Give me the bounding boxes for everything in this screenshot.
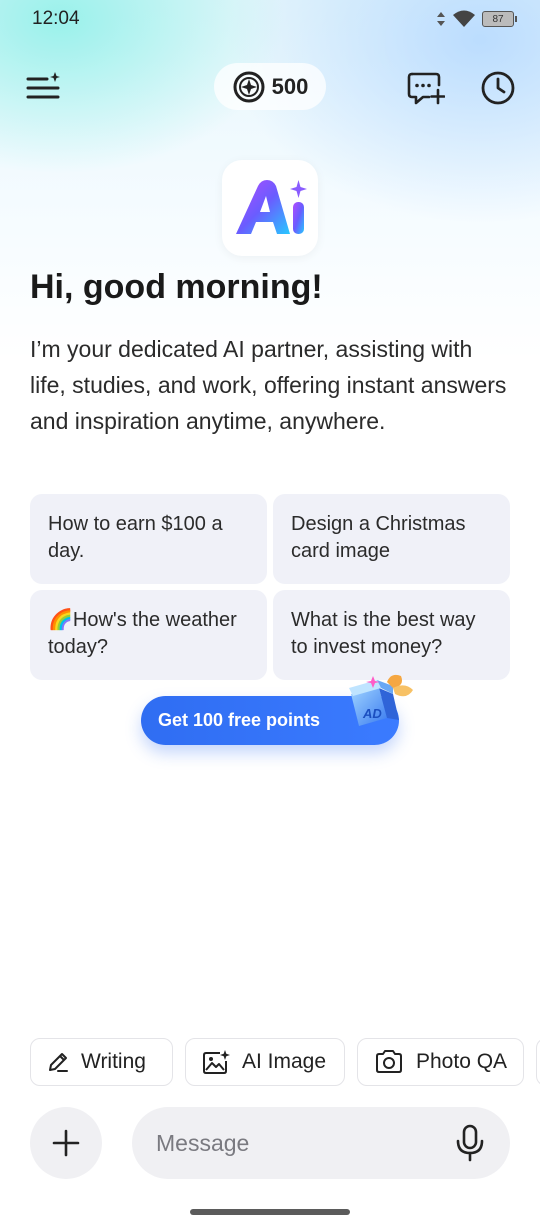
gift-box-icon: AD [349, 674, 413, 726]
battery-indicator: 87 [482, 11, 517, 27]
menu-button[interactable] [22, 66, 64, 108]
tool-ai-image-button[interactable]: AI Image [185, 1038, 345, 1086]
plus-icon [52, 1129, 80, 1157]
clock-icon [481, 71, 515, 105]
menu-sparkle-icon [26, 72, 60, 99]
message-input[interactable] [156, 1129, 436, 1157]
greeting-title: Hi, good morning! [30, 268, 323, 306]
tool-ai-image-label: AI Image [242, 1050, 327, 1073]
suggestion-content: 🌈How's the weather today? [48, 607, 249, 661]
suggestion-label: How to earn $100 a day. [48, 513, 223, 562]
suggestion-card[interactable]: What is the best way to invest money? [273, 590, 510, 680]
points-coin-icon [233, 71, 265, 102]
signal-arrows-icon [437, 12, 445, 26]
microphone-icon [456, 1124, 484, 1162]
gift-ad-label: AD [362, 706, 382, 721]
add-attachment-button[interactable] [30, 1107, 102, 1179]
points-value: 500 [271, 73, 309, 99]
tool-writing-button[interactable]: Writing [30, 1038, 173, 1086]
new-chat-icon [407, 72, 445, 105]
suggestion-label: How's the weather today? [48, 609, 237, 658]
status-icons: 87 [436, 10, 517, 28]
tool-more-chip[interactable] [536, 1038, 540, 1086]
battery-level: 87 [492, 13, 504, 25]
new-chat-button[interactable] [404, 66, 448, 110]
tool-photo-qa-label: Photo QA [416, 1050, 508, 1073]
history-button[interactable] [476, 66, 520, 110]
message-composer [132, 1107, 510, 1179]
tool-photo-qa-button[interactable]: Photo QA [357, 1038, 524, 1086]
suggestion-label: Design a Christmas card image [291, 513, 466, 562]
ai-logo-icon [236, 180, 307, 234]
points-balance-button[interactable]: 500 [214, 63, 326, 110]
suggestion-label: What is the best way to invest money? [291, 609, 476, 658]
suggestion-card[interactable]: How to earn $100 a day. [30, 494, 267, 584]
ai-logo [222, 160, 318, 256]
status-time: 12:04 [32, 8, 80, 29]
pencil-icon [49, 1053, 68, 1072]
voice-input-button[interactable] [452, 1123, 488, 1163]
wifi-icon [453, 10, 475, 27]
home-indicator[interactable] [190, 1209, 350, 1215]
tool-writing-label: Writing [81, 1050, 146, 1073]
intro-text: I’m your dedicated AI partner, assisting… [30, 336, 507, 434]
get-free-points-label: Get 100 free points [158, 710, 321, 730]
camera-icon [376, 1050, 402, 1073]
suggestion-card[interactable]: 🌈How's the weather today? [30, 590, 267, 680]
image-sparkle-icon [203, 1050, 230, 1074]
suggestion-card[interactable]: Design a Christmas card image [273, 494, 510, 584]
rainbow-emoji-icon: 🌈 [48, 609, 73, 631]
